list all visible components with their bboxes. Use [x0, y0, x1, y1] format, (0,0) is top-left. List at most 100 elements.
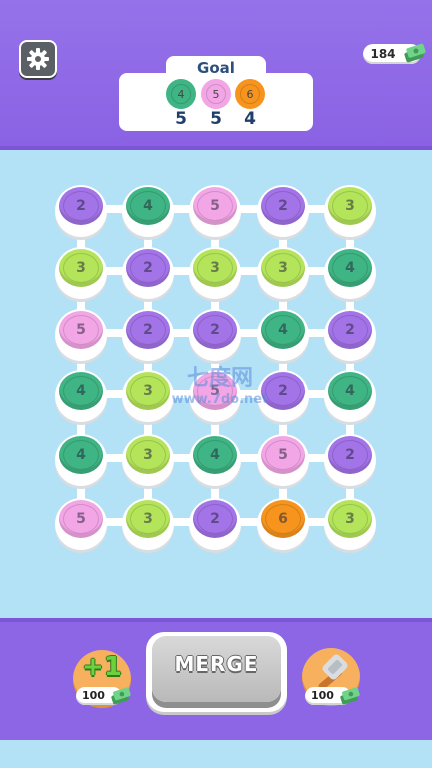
merge-button[interactable]: MERGE — [146, 632, 287, 712]
number-chip[interactable]: 4 — [261, 311, 305, 349]
chip-value: 3 — [345, 511, 355, 527]
chip-value: 3 — [210, 260, 220, 276]
chip-value: 4 — [278, 322, 288, 338]
chip-value: 6 — [278, 511, 288, 527]
number-chip[interactable]: 5 — [59, 500, 103, 538]
number-chip[interactable]: 2 — [328, 436, 372, 474]
goal-count-4: 5 — [175, 109, 187, 129]
board-cell[interactable]: 5 — [257, 434, 309, 486]
chip-value: 3 — [143, 511, 153, 527]
board-cell[interactable]: 2 — [122, 247, 174, 299]
settings-button[interactable] — [19, 40, 57, 78]
number-chip[interactable]: 2 — [328, 311, 372, 349]
number-chip[interactable]: 5 — [59, 311, 103, 349]
board-cell[interactable]: 2 — [324, 309, 376, 361]
board-cell[interactable]: 3 — [257, 247, 309, 299]
money-stack-icon — [111, 687, 131, 705]
board-cell[interactable]: 2 — [189, 309, 241, 361]
plus-one-price-label: 100 — [82, 689, 105, 702]
hammer-price: 100 — [305, 687, 360, 705]
chip-value: 3 — [278, 260, 288, 276]
board-cell[interactable]: 2 — [55, 185, 107, 237]
board-cell[interactable]: 3 — [189, 247, 241, 299]
number-chip[interactable]: 3 — [126, 436, 170, 474]
number-chip[interactable]: 2 — [193, 311, 237, 349]
board-cell[interactable]: 3 — [122, 434, 174, 486]
goal-token-5: 5 — [201, 79, 231, 109]
board-cell[interactable]: 6 — [257, 498, 309, 550]
money-stack-icon — [404, 43, 426, 63]
board-cell[interactable]: 4 — [55, 370, 107, 422]
chip-value: 3 — [143, 447, 153, 463]
number-chip[interactable]: 4 — [328, 249, 372, 287]
number-chip[interactable]: 4 — [126, 187, 170, 225]
chip-value: 4 — [76, 447, 86, 463]
number-chip[interactable]: 3 — [328, 500, 372, 538]
chip-value: 4 — [345, 383, 355, 399]
goal-token-label: 4 — [177, 87, 185, 101]
chip-value: 4 — [143, 198, 153, 214]
chip-value: 5 — [210, 198, 220, 214]
watermark-url: www.7do.net — [171, 392, 269, 407]
number-chip[interactable]: 3 — [328, 187, 372, 225]
bottom-strip — [0, 740, 432, 768]
board-cell[interactable]: 5 — [55, 309, 107, 361]
board-cell[interactable]: 2 — [122, 309, 174, 361]
chip-value: 2 — [76, 198, 86, 214]
goal-token-label: 6 — [246, 87, 254, 101]
chip-value: 2 — [278, 198, 288, 214]
board-cell[interactable]: 4 — [122, 185, 174, 237]
number-chip[interactable]: 3 — [193, 249, 237, 287]
board-cell[interactable]: 4 — [55, 434, 107, 486]
number-chip[interactable]: 5 — [261, 436, 305, 474]
chip-value: 2 — [143, 260, 153, 276]
number-chip[interactable]: 2 — [261, 187, 305, 225]
board-cell[interactable]: 4 — [189, 434, 241, 486]
board-cell[interactable]: 3 — [324, 185, 376, 237]
goal-count-5: 5 — [210, 109, 222, 129]
board-cell[interactable]: 5 — [189, 185, 241, 237]
number-chip[interactable]: 6 — [261, 500, 305, 538]
chip-value: 4 — [76, 383, 86, 399]
chip-value: 3 — [345, 198, 355, 214]
chip-value: 4 — [345, 260, 355, 276]
chip-value: 5 — [76, 511, 86, 527]
number-chip[interactable]: 2 — [59, 187, 103, 225]
gear-icon — [27, 48, 49, 70]
board-cell[interactable]: 4 — [324, 247, 376, 299]
goal-token-6: 6 — [235, 79, 265, 109]
board-cell[interactable]: 3 — [324, 498, 376, 550]
board-cell[interactable]: 3 — [122, 498, 174, 550]
number-chip[interactable]: 5 — [193, 187, 237, 225]
board-cell[interactable]: 2 — [189, 498, 241, 550]
chip-value: 3 — [76, 260, 86, 276]
chip-value: 2 — [210, 511, 220, 527]
board-cell[interactable]: 4 — [324, 370, 376, 422]
cash-counter: 184 — [363, 43, 426, 64]
watermark: 七度网 www.7do.net — [160, 360, 280, 407]
watermark-title: 七度网 — [186, 366, 253, 391]
board-cell[interactable]: 2 — [257, 185, 309, 237]
cash-amount: 184 — [370, 47, 396, 61]
board-cell[interactable]: 4 — [257, 309, 309, 361]
chip-value: 3 — [143, 383, 153, 399]
goal-count-6: 4 — [244, 109, 256, 129]
number-chip[interactable]: 4 — [193, 436, 237, 474]
number-chip[interactable]: 4 — [59, 436, 103, 474]
number-chip[interactable]: 2 — [126, 249, 170, 287]
number-chip[interactable]: 3 — [59, 249, 103, 287]
goal-token-4: 4 — [166, 79, 196, 109]
number-chip[interactable]: 2 — [193, 500, 237, 538]
board-cell[interactable]: 5 — [55, 498, 107, 550]
number-chip[interactable]: 3 — [261, 249, 305, 287]
goal-token-label: 5 — [212, 87, 220, 101]
number-chip[interactable]: 3 — [126, 500, 170, 538]
number-chip[interactable]: 4 — [328, 372, 372, 410]
money-stack-icon — [340, 687, 360, 705]
board-cell[interactable]: 2 — [324, 434, 376, 486]
chip-value: 4 — [210, 447, 220, 463]
merge-button-label: MERGE — [152, 636, 281, 702]
number-chip[interactable]: 4 — [59, 372, 103, 410]
board-cell[interactable]: 3 — [55, 247, 107, 299]
number-chip[interactable]: 2 — [126, 311, 170, 349]
